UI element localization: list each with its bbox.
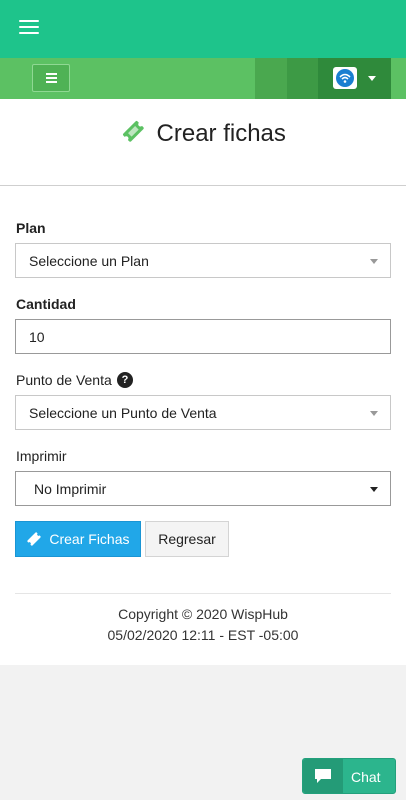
crear-fichas-button[interactable]: Crear Fichas (15, 521, 141, 557)
chat-bubble-icon (303, 759, 343, 793)
timestamp-text: 05/02/2020 12:11 - EST -05:00 (107, 627, 299, 643)
imprimir-select[interactable]: No Imprimir (15, 471, 391, 506)
imprimir-select-value: No Imprimir (34, 481, 107, 497)
chevron-down-icon (370, 259, 378, 264)
divider (15, 593, 391, 594)
top-navbar (0, 0, 406, 58)
crear-fichas-button-label: Crear Fichas (49, 531, 130, 547)
punto-de-venta-label: Punto de Venta (16, 372, 112, 388)
divider (0, 185, 406, 186)
sidebar-toggle-button[interactable] (32, 64, 70, 92)
navbar-spacer (287, 58, 318, 99)
regresar-button[interactable]: Regresar (145, 521, 229, 557)
ticket-icon (120, 118, 146, 149)
cantidad-input-value: 10 (29, 329, 45, 345)
punto-de-venta-select[interactable]: Seleccione un Punto de Venta (15, 395, 391, 430)
question-icon[interactable]: ? (117, 372, 133, 388)
chat-button[interactable]: Chat (302, 758, 396, 794)
page-title: Crear fichas (0, 118, 406, 148)
chevron-down-icon (368, 76, 376, 81)
navbar-spacer (255, 58, 287, 99)
plan-select[interactable]: Seleccione un Plan (15, 243, 391, 278)
ticket-icon (27, 532, 42, 546)
chat-label: Chat (351, 769, 381, 785)
cantidad-label: Cantidad (16, 296, 76, 312)
cantidad-input[interactable]: 10 (15, 319, 391, 354)
regresar-button-label: Regresar (158, 531, 216, 547)
page-title-text: Crear fichas (156, 119, 286, 147)
chevron-down-icon (370, 487, 378, 492)
copyright-text: Copyright © 2020 WispHub (118, 606, 288, 622)
plan-select-value: Seleccione un Plan (29, 253, 149, 269)
punto-de-venta-select-value: Seleccione un Punto de Venta (29, 405, 217, 421)
hamburger-icon[interactable] (19, 20, 39, 36)
user-menu-button[interactable] (318, 58, 391, 99)
plan-label: Plan (16, 220, 46, 236)
chevron-down-icon (370, 411, 378, 416)
imprimir-label: Imprimir (16, 448, 67, 464)
wifi-logo-icon (333, 67, 357, 89)
